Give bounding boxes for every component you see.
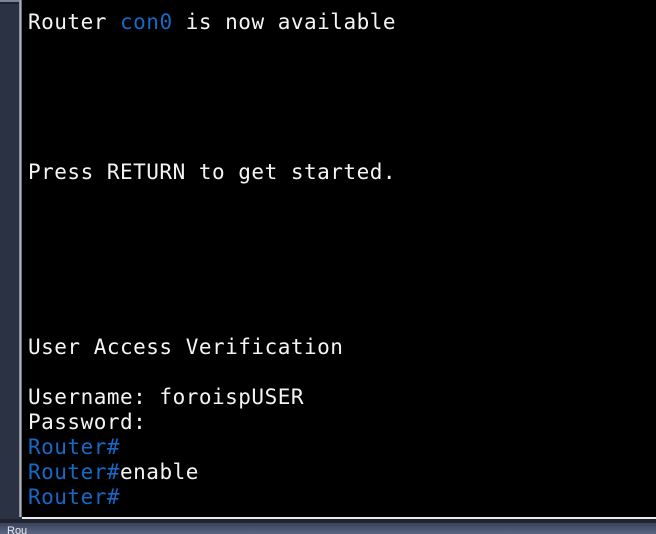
terminal-prompt-text: Router# (28, 435, 121, 459)
terminal-line: Router# (28, 435, 648, 460)
dock-top-shadow (0, 2, 19, 4)
terminal-text: is now available (172, 10, 397, 34)
terminal-prompt-text: Router# (28, 460, 121, 484)
terminal-text: enable (120, 460, 199, 484)
terminal-line: Router con0 is now available (28, 10, 648, 35)
terminal-text: User Access Verification (28, 335, 344, 359)
terminal-prompt-text: Router# (28, 485, 121, 509)
taskbar-clipped-label[interactable]: Rou (7, 526, 27, 534)
terminal-text: Username: foroispUSER (28, 385, 305, 409)
terminal-text: Router (28, 10, 121, 34)
terminal-prompt-text: con0 (120, 10, 173, 34)
terminal-line: Router# (28, 485, 648, 510)
terminal-output-area[interactable]: Router con0 is now available Press RETUR… (22, 0, 656, 517)
terminal-line: User Access Verification (28, 335, 648, 360)
terminal-line: Username: foroispUSER (28, 385, 648, 410)
terminal-line: Router#enable (28, 460, 648, 485)
terminal-line-list: Router con0 is now available Press RETUR… (28, 10, 648, 510)
taskbar[interactable]: Rou (0, 522, 656, 534)
terminal-text: Press RETURN to get started. (28, 160, 397, 184)
terminal-line: Password: (28, 410, 648, 435)
terminal-line: Press RETURN to get started. (28, 160, 648, 185)
console-window: Router con0 is now available Press RETUR… (0, 0, 656, 534)
terminal-text: Password: (28, 410, 147, 434)
left-dock-strip (0, 0, 19, 517)
